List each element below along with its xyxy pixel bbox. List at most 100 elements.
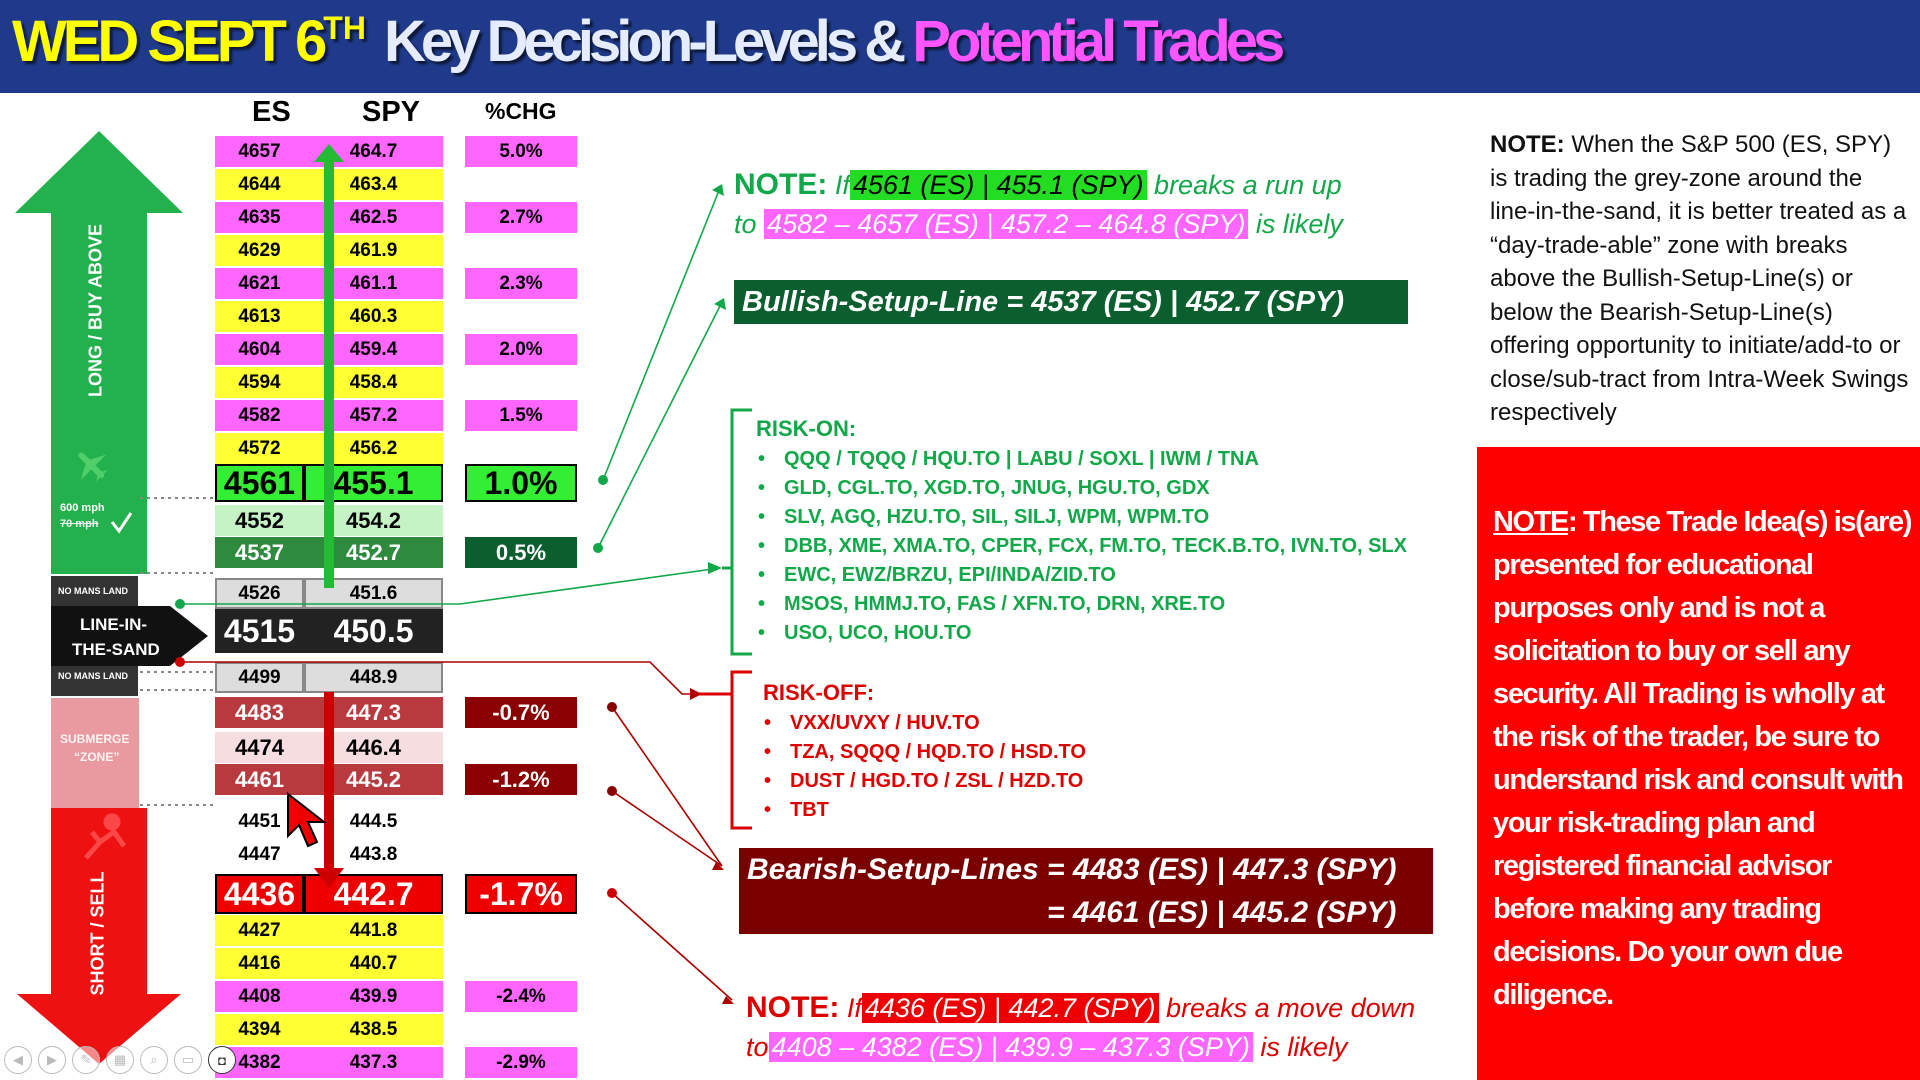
bear-note-if: If [846,993,862,1023]
long-buy-above-label: LONG / BUY ABOVE [85,223,106,398]
risk-off-list: VXX/UVXY / HUV.TOTZA, SQQQ / HQD.TO / HS… [758,709,1086,825]
pct-column-header: %CHG [485,98,557,124]
submerge-label-2: “ZONE” [74,750,120,764]
slideshow-controls: ◀ ▶ ✎ ▦ ⌕ ▭ ◘ [4,1046,236,1074]
speed-old-label: 70 mph [60,518,99,530]
es-level-cell: 4635 [215,202,304,233]
camera-icon[interactable]: ◘ [208,1046,236,1074]
es-level-cell: 4483 [215,697,304,728]
bullish-setup-line-text: Bullish-Setup-Line = 4537 (ES) | 452.7 (… [742,285,1344,318]
pct-change-cell: -1.2% [465,764,577,795]
pct-change-cell: 2.7% [465,202,577,233]
speed-new-label: 600 mph [60,502,105,514]
bearish-setup-line-2: = 4461 (ES) | 445.2 (SPY) [1047,895,1397,929]
short-sell-label: SHORT / SELL [87,871,108,996]
no-mans-land-bottom-label: NO MANS LAND [58,671,128,681]
risk-on-list: QQQ / TQQQ / HQU.TO | LABU / SOXL | IWM … [752,445,1407,648]
header-title: Key Decision-Levels & Potential Trades [384,8,1285,75]
subtitles-icon[interactable]: ▭ [174,1046,202,1074]
es-level-cell: 4613 [215,301,304,332]
es-level-cell: 4474 [215,732,304,763]
down-move-arrowhead [314,868,344,888]
es-level-cell: 4427 [215,915,304,946]
submerge-label-1: SUBMERGE [60,732,130,746]
zoom-icon[interactable]: ⌕ [140,1046,168,1074]
es-level-cell: 4657 [215,136,304,167]
risk-on-item: MSOS, HMMJ.TO, FAS / XFN.TO, DRN, XRE.TO [752,590,1407,619]
es-level-cell: 4594 [215,367,304,398]
es-level-cell: 4552 [215,505,304,536]
grey-zone-note-label: NOTE: [1490,131,1565,158]
es-level-cell: 4436 [215,874,304,914]
header-banner: WED SEPT 6TH Key Decision-Levels & Poten… [0,0,1920,93]
spy-level-cell: 441.8 [304,915,443,946]
risk-off-title: RISK-OFF: [763,680,875,705]
pct-change-cell: -1.7% [465,874,577,914]
es-level-cell: 4515 [215,609,304,653]
pct-change-cell: 1.0% [465,464,577,502]
risk-on-item: EWC, EWZ/BRZU, EPI/INDA/ZID.TO [752,561,1407,590]
date-suffix: TH [323,10,366,46]
bull-note-to: to [734,209,757,239]
es-level-cell: 4572 [215,433,304,464]
bull-note-level: 4561 (ES) | 455.1 (SPY) [849,170,1147,200]
spy-level-cell: 439.9 [304,981,443,1012]
bull-note-end: is likely [1255,209,1343,239]
risk-on-item: SLV, AGQ, HZU.TO, SIL, SILJ, WPM, WPM.TO [752,503,1407,532]
es-level-cell: 4408 [215,981,304,1012]
disclaimer-body: : These Trade Idea(s) is(are) presented … [1493,506,1912,1011]
risk-on-title: RISK-ON: [756,416,857,441]
bullish-setup-line-box: Bullish-Setup-Line = 4537 (ES) | 452.7 (… [734,280,1408,324]
previous-slide-icon[interactable]: ◀ [4,1046,32,1074]
es-level-cell: 4561 [215,464,304,502]
mouse-cursor-icon [287,791,327,848]
direction-arrows [15,131,208,1064]
pct-change-cell: 2.3% [465,268,577,299]
bull-note-if: If [834,170,850,200]
pct-change-cell: 0.5% [465,537,577,568]
pct-change-cell: 1.5% [465,400,577,431]
bull-note-line-1: NOTE: If 4561 (ES) | 455.1 (SPY) breaks a… [734,168,1342,202]
spy-column-header: SPY [362,96,421,128]
bear-note-mid: breaks a move down [1166,993,1416,1023]
risk-off-item: DUST / HGD.TO / ZSL / HZD.TO [758,767,1086,796]
pct-change-cell: -2.9% [465,1047,577,1078]
risk-on-item: GLD, CGL.TO, XGD.TO, JNUG, HGU.TO, GDX [752,474,1407,503]
es-level-cell: 4621 [215,268,304,299]
es-level-cell: 4537 [215,537,304,568]
es-level-cell: 4394 [215,1014,304,1045]
bear-note-end: is likely [1260,1032,1348,1062]
bull-note-range: 4582 – 4657 (ES) | 457.2 – 464.8 (SPY) [764,209,1249,239]
header-title-highlight: Potential Trades [912,9,1285,74]
disclaimer-label: NOTE [1493,506,1569,538]
line-in-sand-label-1: LINE-IN- [80,615,148,634]
spy-level-cell: 438.5 [304,1014,443,1045]
disclaimer-panel: NOTE: These Trade Idea(s) is(are) presen… [1477,447,1920,1080]
bear-note-line-1: NOTE: If 4436 (ES) | 442.7 (SPY) breaks a… [746,991,1415,1025]
risk-on-item: DBB, XME, XMA.TO, CPER, FCX, FM.TO, TECK… [752,532,1407,561]
pct-change-cell: 5.0% [465,136,577,167]
no-mans-land-top-label: NO MANS LAND [58,586,128,596]
grey-zone-note-text: When the S&P 500 (ES, SPY) is trading th… [1490,131,1909,426]
spy-level-cell: 437.3 [304,1047,443,1078]
bearish-setup-box: Bearish-Setup-Lines = 4483 (ES) | 447.3 … [739,848,1433,934]
es-level-cell: 4526 [215,578,304,609]
line-in-sand-label-2: THE-SAND [72,640,160,659]
bearish-setup-line-1: Bearish-Setup-Lines = 4483 (ES) | 447.3 … [747,852,1397,886]
risk-on-item: QQQ / TQQQ / HQU.TO | LABU / SOXL | IWM … [752,445,1407,474]
es-level-cell: 4644 [215,169,304,200]
table-arrows [314,144,344,888]
risk-off-item: TBT [758,796,1086,825]
up-move-bar [324,158,334,588]
header-title-main: Key Decision-Levels & [384,9,913,74]
bear-note-label: NOTE: [746,991,840,1024]
spy-level-cell: 440.7 [304,948,443,979]
es-level-cell: 4582 [215,400,304,431]
bear-note-level: 4436 (ES) | 442.7 (SPY) [861,993,1159,1023]
bull-note-mid: breaks a run up [1154,170,1342,200]
next-slide-icon[interactable]: ▶ [38,1046,66,1074]
pen-icon[interactable]: ✎ [72,1046,100,1074]
slides-grid-icon[interactable]: ▦ [106,1046,134,1074]
grey-zone-note: NOTE: When the S&P 500 (ES, SPY) is trad… [1490,128,1910,430]
bear-note-to: to [746,1032,769,1062]
